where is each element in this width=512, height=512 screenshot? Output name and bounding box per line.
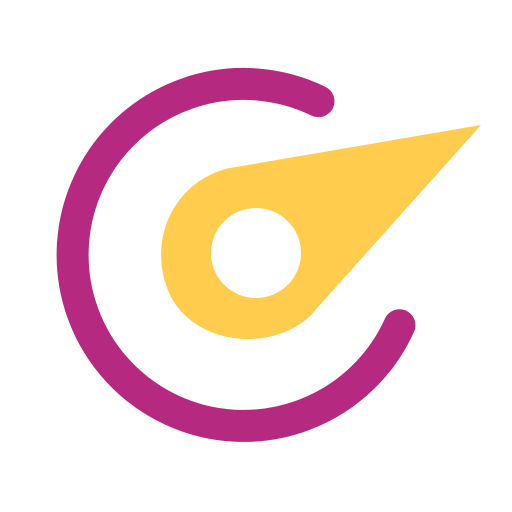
gauge-needle — [161, 125, 481, 340]
gauge-needle-logo-icon — [56, 67, 481, 442]
needle-hub — [211, 208, 301, 298]
logo — [0, 0, 512, 512]
